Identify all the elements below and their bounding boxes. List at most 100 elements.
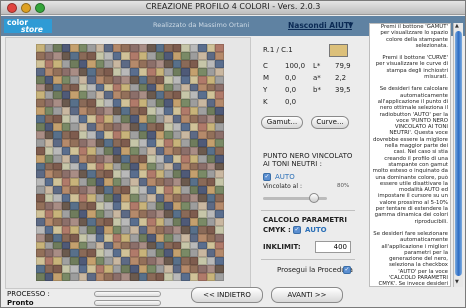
color-patch[interactable] — [147, 162, 156, 171]
color-patch[interactable] — [130, 225, 139, 234]
color-patch[interactable] — [36, 51, 45, 60]
color-patch[interactable] — [121, 115, 130, 123]
color-patch[interactable] — [164, 257, 173, 266]
color-patch[interactable] — [181, 170, 190, 179]
color-patch[interactable] — [53, 170, 62, 179]
color-patch[interactable] — [138, 91, 148, 100]
color-patch[interactable] — [95, 115, 105, 123]
color-patch[interactable] — [130, 194, 139, 202]
color-patch[interactable] — [198, 265, 207, 274]
color-patch[interactable] — [53, 249, 62, 258]
color-patch[interactable] — [147, 67, 156, 76]
color-patch[interactable] — [138, 67, 148, 76]
color-patch[interactable] — [53, 44, 62, 52]
color-patch[interactable] — [181, 146, 190, 155]
color-patch[interactable] — [36, 146, 45, 155]
color-patch[interactable] — [215, 202, 224, 210]
color-patch[interactable] — [44, 170, 54, 179]
color-patch[interactable] — [44, 257, 54, 266]
color-patch[interactable] — [53, 99, 62, 108]
color-patch[interactable] — [206, 44, 216, 52]
color-patch[interactable] — [189, 202, 199, 210]
color-patch[interactable] — [36, 178, 45, 187]
color-patch[interactable] — [147, 75, 156, 84]
color-patch[interactable] — [87, 265, 96, 274]
color-patch[interactable] — [164, 115, 173, 123]
color-patch[interactable] — [130, 162, 139, 171]
color-patch[interactable] — [198, 233, 207, 242]
color-patch[interactable] — [87, 194, 96, 202]
color-patch[interactable] — [121, 44, 130, 52]
color-patch[interactable] — [181, 225, 190, 234]
color-patch[interactable] — [95, 123, 105, 131]
color-patch[interactable] — [112, 107, 122, 116]
color-patch[interactable] — [215, 170, 224, 179]
color-patch[interactable] — [138, 170, 148, 179]
color-patch[interactable] — [147, 51, 156, 60]
color-patch[interactable] — [155, 67, 165, 76]
color-patch[interactable] — [206, 115, 216, 123]
color-patch[interactable] — [87, 138, 96, 147]
color-patch[interactable] — [198, 51, 207, 60]
color-patch[interactable] — [130, 123, 139, 131]
color-patch[interactable] — [95, 209, 105, 218]
color-patch[interactable] — [130, 91, 139, 100]
color-patch[interactable] — [189, 115, 199, 123]
color-patch[interactable] — [87, 146, 96, 155]
color-patch[interactable] — [70, 59, 79, 68]
next-button[interactable]: AVANTI >> — [271, 287, 343, 303]
color-patch[interactable] — [155, 217, 165, 226]
color-patch[interactable] — [121, 59, 130, 68]
color-patch[interactable] — [78, 123, 88, 131]
color-patch[interactable] — [95, 194, 105, 202]
color-patch[interactable] — [181, 115, 190, 123]
color-patch[interactable] — [36, 273, 45, 281]
color-patch[interactable] — [104, 115, 113, 123]
color-patch[interactable] — [87, 233, 96, 242]
color-patch[interactable] — [155, 107, 165, 116]
color-patch[interactable] — [61, 265, 71, 274]
color-patch[interactable] — [138, 123, 148, 131]
color-patch[interactable] — [155, 257, 165, 266]
color-patch[interactable] — [198, 217, 207, 226]
color-patch[interactable] — [215, 162, 224, 171]
color-patch[interactable] — [189, 257, 199, 266]
color-patch[interactable] — [87, 178, 96, 187]
color-patch[interactable] — [121, 209, 130, 218]
color-patch[interactable] — [155, 249, 165, 258]
color-patch[interactable] — [147, 44, 156, 52]
color-patch[interactable] — [44, 202, 54, 210]
color-patch[interactable] — [78, 225, 88, 234]
color-patch[interactable] — [44, 99, 54, 108]
inklimit-input[interactable]: 400 — [315, 241, 351, 253]
color-patch[interactable] — [189, 265, 199, 274]
color-patch[interactable] — [189, 59, 199, 68]
color-patch[interactable] — [70, 225, 79, 234]
color-patch[interactable] — [53, 123, 62, 131]
color-patch[interactable] — [121, 194, 130, 202]
color-patch[interactable] — [104, 44, 113, 52]
color-patch[interactable] — [189, 75, 199, 84]
color-patch[interactable] — [164, 194, 173, 202]
color-patch[interactable] — [181, 265, 190, 274]
scroll-down-icon[interactable]: ▼ — [455, 279, 459, 285]
color-patch[interactable] — [189, 138, 199, 147]
color-patch[interactable] — [215, 83, 224, 92]
color-patch[interactable] — [164, 265, 173, 274]
color-patch[interactable] — [138, 273, 148, 281]
color-patch[interactable] — [36, 44, 45, 52]
color-patch[interactable] — [138, 257, 148, 266]
color-patch[interactable] — [70, 146, 79, 155]
color-patch[interactable] — [112, 123, 122, 131]
color-patch[interactable] — [215, 67, 224, 76]
color-patch[interactable] — [172, 123, 182, 131]
color-patch[interactable] — [189, 146, 199, 155]
color-patch[interactable] — [130, 209, 139, 218]
color-patch[interactable] — [95, 99, 105, 108]
color-patch[interactable] — [172, 178, 182, 187]
color-patch[interactable] — [61, 186, 71, 195]
color-patch[interactable] — [36, 130, 45, 139]
color-patch[interactable] — [61, 178, 71, 187]
color-patch[interactable] — [130, 170, 139, 179]
color-patch[interactable] — [130, 115, 139, 123]
